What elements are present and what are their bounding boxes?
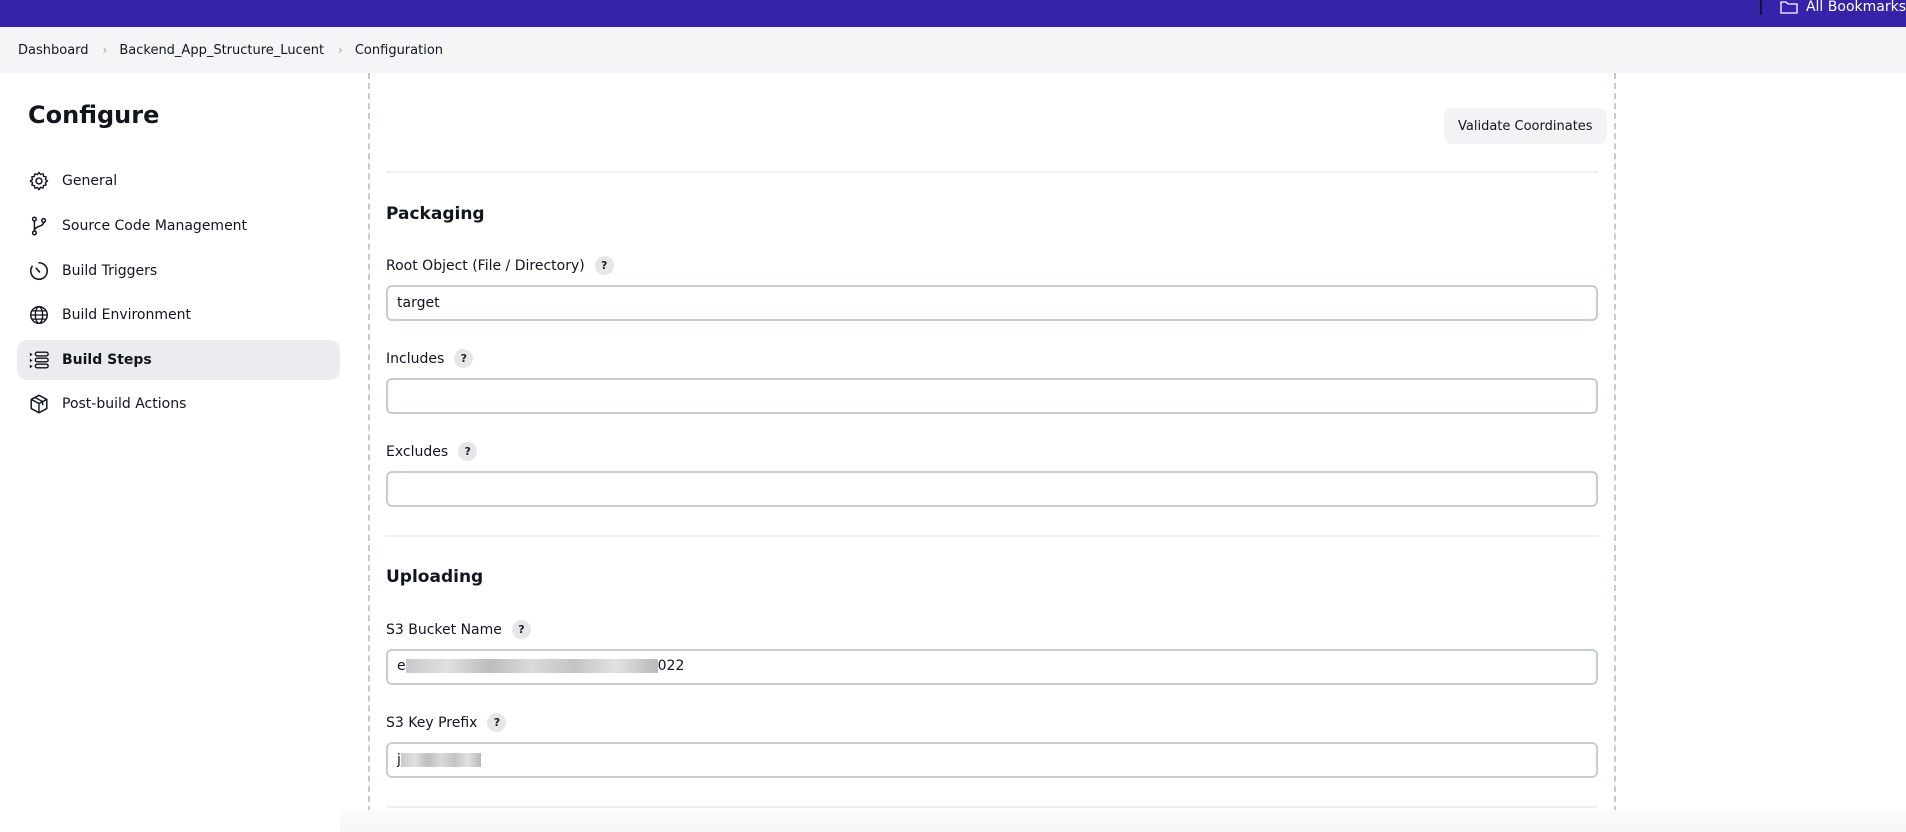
- sidebar-item-label: Post-build Actions: [62, 396, 187, 412]
- timer-icon: [29, 261, 48, 281]
- section-divider: [386, 806, 1598, 808]
- includes-label-text: Includes: [386, 350, 445, 367]
- redacted-text: [400, 753, 481, 767]
- section-divider: [386, 171, 1598, 173]
- s3-key-prefix-input[interactable]: [386, 742, 1598, 778]
- chevron-right-icon: ›: [102, 43, 108, 57]
- excludes-input[interactable]: [386, 471, 1598, 507]
- excludes-label: Excludes ?: [386, 442, 478, 461]
- help-icon[interactable]: ?: [594, 256, 614, 275]
- includes-input[interactable]: [386, 378, 1598, 414]
- sidebar-item-label: Build Triggers: [62, 263, 158, 279]
- s3-bucket-name-value: e 022: [397, 657, 684, 675]
- help-icon[interactable]: ?: [458, 442, 478, 461]
- s3-key-prefix-value: j: [397, 751, 481, 769]
- includes-label: Includes ?: [386, 349, 474, 368]
- packaging-section-title: Packaging: [386, 204, 485, 224]
- sidebar-item-build-triggers[interactable]: Build Triggers: [17, 251, 340, 291]
- sidebar-item-label: Source Code Management: [62, 218, 248, 234]
- uploading-section-title: Uploading: [386, 567, 484, 587]
- bucket-value-end: 022: [657, 658, 685, 674]
- section-left-border: [368, 73, 370, 832]
- s3-key-prefix-label: S3 Key Prefix ?: [386, 713, 507, 732]
- sidebar-item-source-code-management[interactable]: Source Code Management: [17, 206, 340, 246]
- help-icon[interactable]: ?: [454, 349, 474, 368]
- bookmarks-separator: [1759, 0, 1762, 15]
- sidebar-item-build-environment[interactable]: Build Environment: [17, 295, 340, 335]
- section-divider: [386, 535, 1598, 537]
- sidebar-item-label: General: [62, 173, 118, 189]
- bottom-fade: [340, 810, 1906, 832]
- all-bookmarks-label: All Bookmarks: [1805, 0, 1906, 15]
- list-steps-icon: [29, 351, 49, 369]
- root-object-label: Root Object (File / Directory) ?: [386, 256, 614, 275]
- sidebar-item-post-build-actions[interactable]: Post-build Actions: [17, 384, 340, 424]
- package-icon: [30, 394, 48, 414]
- breadcrumb: Dashboard › Backend_App_Structure_Lucent…: [0, 27, 1906, 73]
- validate-coordinates-button[interactable]: Validate Coordinates: [1444, 108, 1607, 144]
- sidebar: Configure General Source Code Management…: [0, 73, 360, 832]
- all-bookmarks-button[interactable]: All Bookmarks: [1759, 0, 1906, 15]
- sidebar-item-build-steps[interactable]: Build Steps: [17, 340, 340, 380]
- breadcrumb-configuration[interactable]: Configuration: [355, 43, 443, 58]
- s3-bucket-name-label-text: S3 Bucket Name: [386, 621, 502, 638]
- s3-key-prefix-label-text: S3 Key Prefix: [386, 714, 478, 731]
- sidebar-item-label: Build Steps: [62, 352, 152, 368]
- redacted-text: [405, 659, 658, 673]
- s3-bucket-name-label: S3 Bucket Name ?: [386, 620, 531, 639]
- browser-bookmarks-bar: All Bookmarks: [0, 0, 1906, 27]
- sidebar-item-label: Build Environment: [62, 307, 191, 323]
- root-object-input[interactable]: [386, 285, 1598, 321]
- section-right-border: [1614, 73, 1616, 832]
- help-icon[interactable]: ?: [511, 620, 531, 639]
- excludes-label-text: Excludes: [386, 443, 449, 460]
- bucket-value-start: e: [397, 658, 406, 674]
- sidebar-title: Configure: [28, 101, 160, 129]
- folder-icon: [1780, 1, 1798, 14]
- chevron-right-icon: ›: [338, 43, 343, 57]
- sidebar-item-general[interactable]: General: [17, 161, 340, 201]
- root-object-label-text: Root Object (File / Directory): [386, 257, 585, 274]
- gear-icon: [29, 171, 49, 191]
- help-icon[interactable]: ?: [487, 713, 507, 732]
- breadcrumb-project[interactable]: Backend_App_Structure_Lucent: [119, 43, 324, 58]
- globe-icon: [30, 306, 48, 324]
- breadcrumb-dashboard[interactable]: Dashboard: [18, 43, 89, 58]
- branch-icon: [31, 216, 47, 236]
